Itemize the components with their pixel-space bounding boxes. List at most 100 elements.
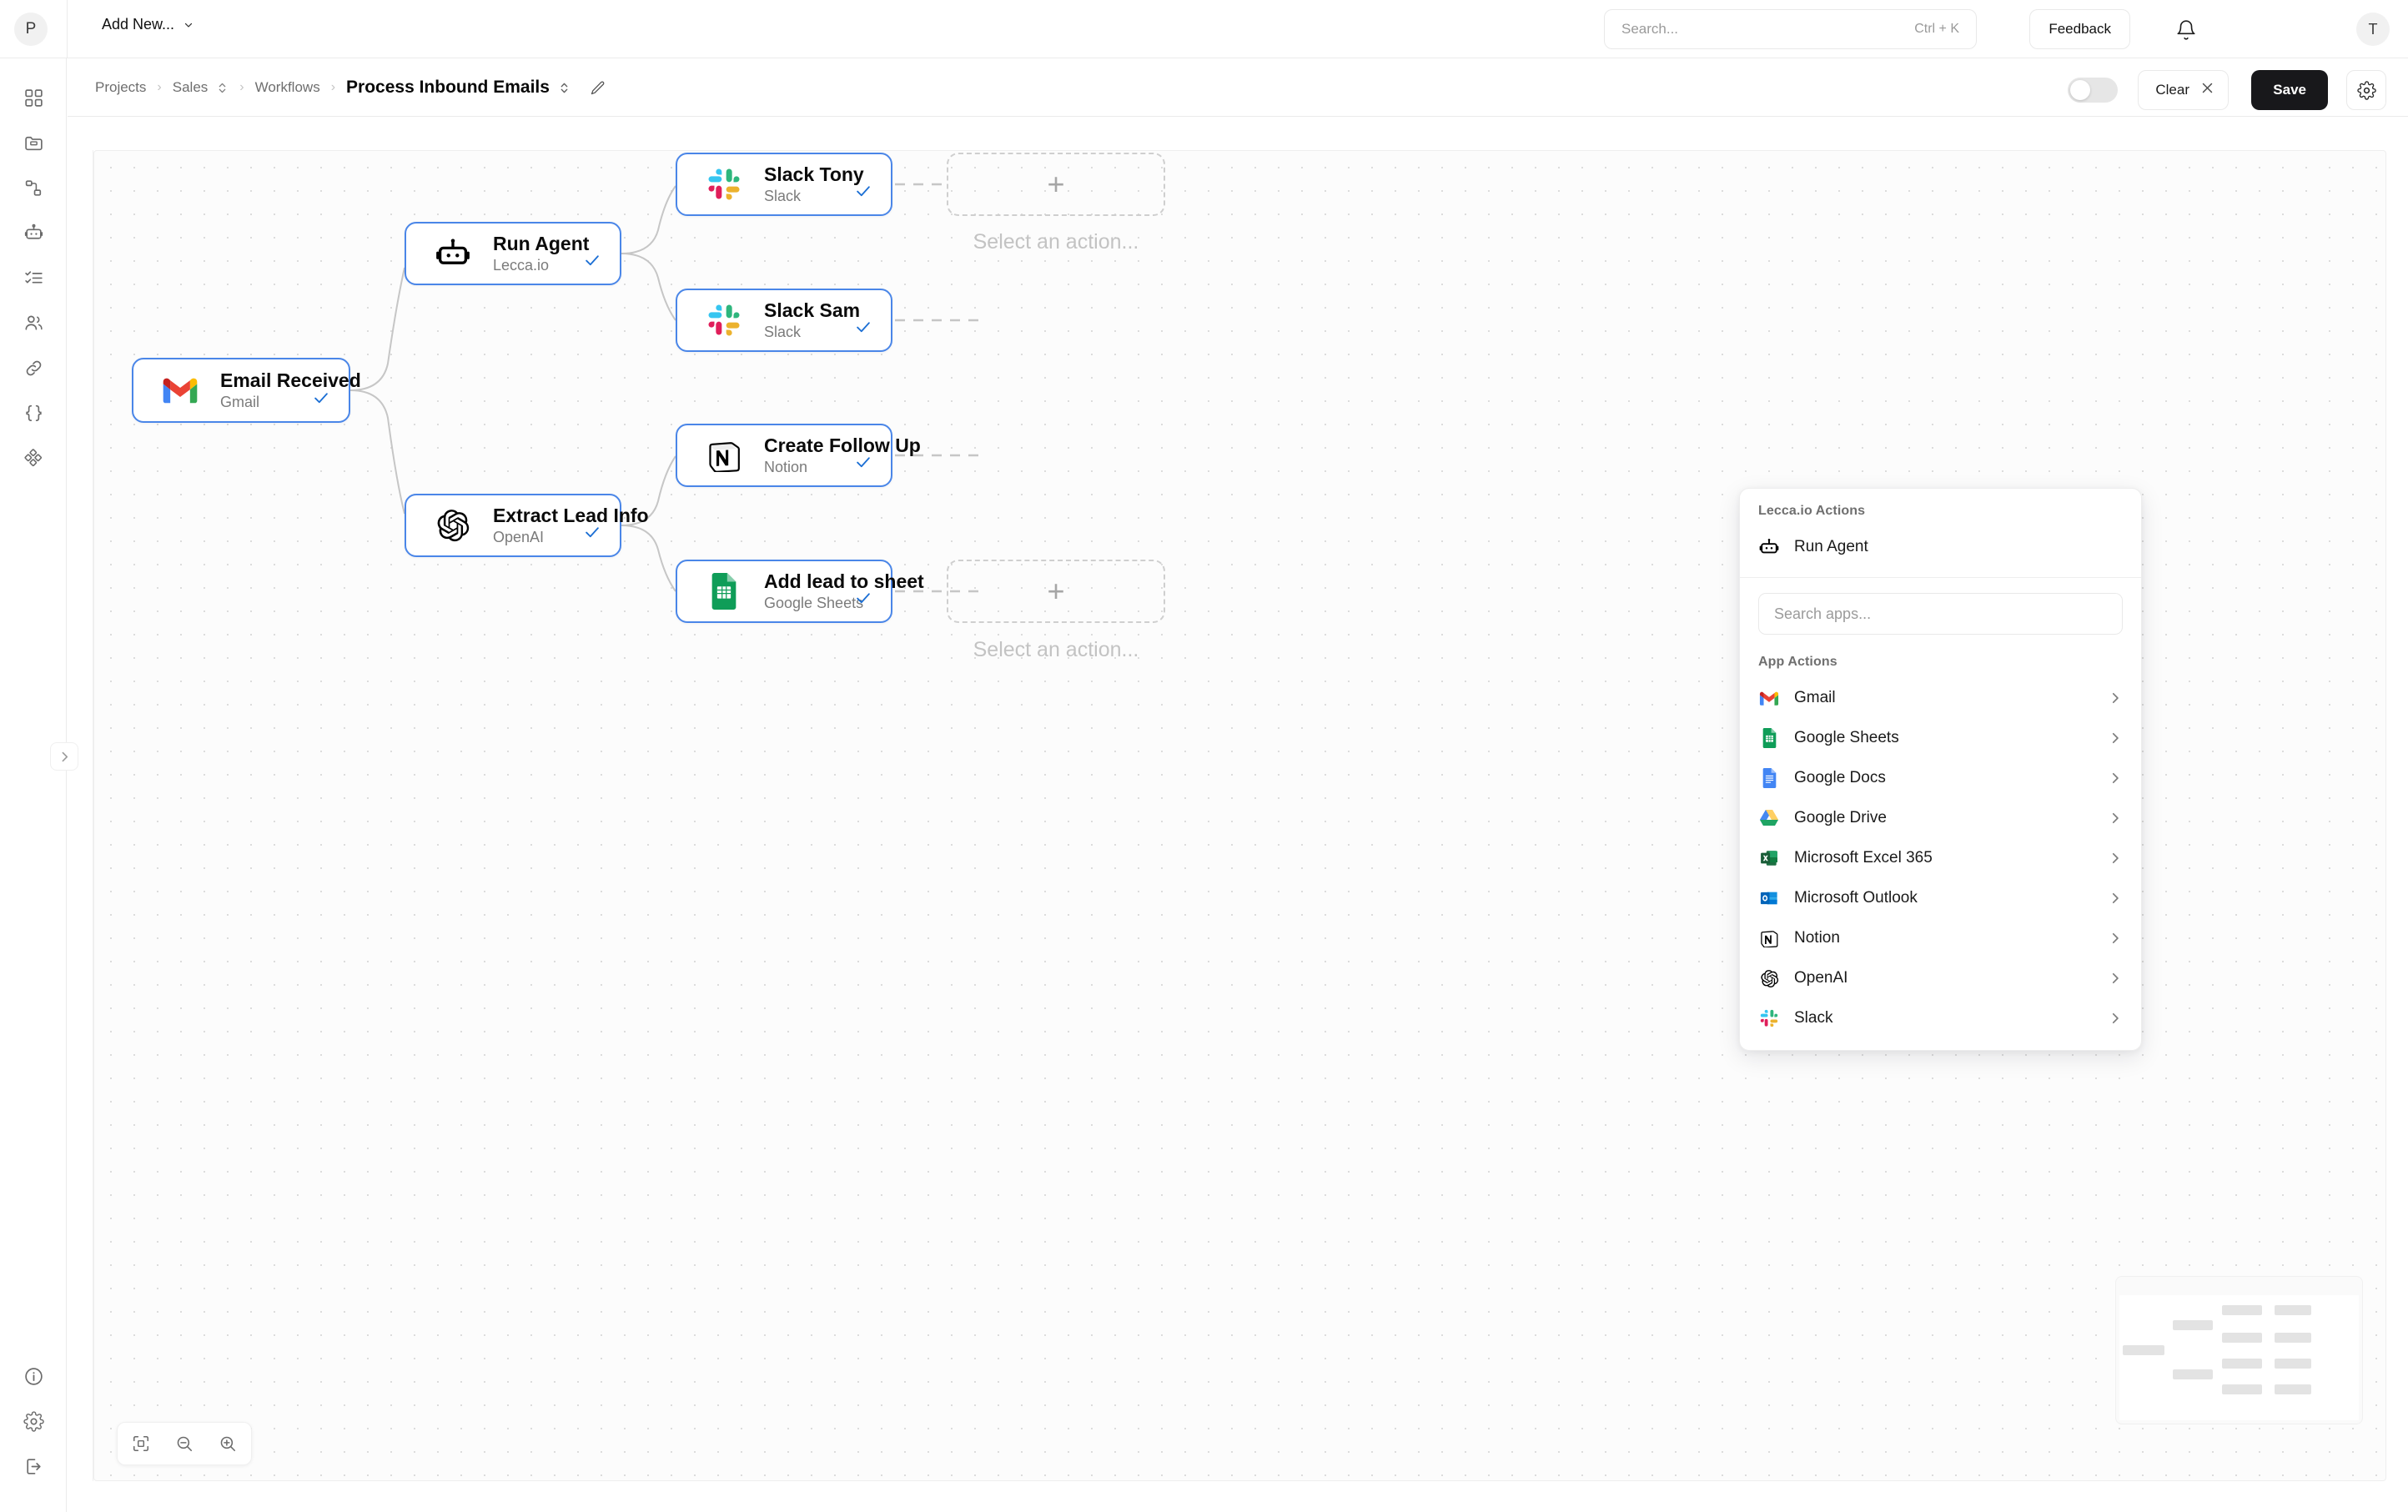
node-valid-check-icon — [854, 453, 872, 475]
brand-avatar[interactable]: P — [14, 13, 48, 46]
sales-selector-icon[interactable] — [216, 81, 229, 95]
chevron-right-icon — [2108, 771, 2123, 786]
lecca-robot-icon — [431, 232, 475, 275]
app-row-slack[interactable]: Slack — [1740, 998, 2141, 1038]
breadcrumb-item-sales[interactable]: Sales — [173, 79, 209, 96]
minimap-node — [2275, 1305, 2311, 1315]
user-avatar[interactable]: T — [2356, 13, 2390, 46]
action-picker-panel[interactable]: Lecca.io Actions Run Agent App Actions — [1739, 488, 2142, 1051]
search-apps-input[interactable] — [1774, 605, 2107, 623]
node-title: Slack Sam — [764, 299, 861, 322]
breadcrumb-separator: › — [157, 80, 162, 94]
gmail-icon — [1758, 687, 1780, 709]
slack-icon — [1758, 1007, 1780, 1029]
app-row-label: Microsoft Excel 365 — [1794, 849, 1933, 867]
clear-label: Clear — [2155, 82, 2189, 98]
action-row-run-agent[interactable]: Run Agent — [1740, 527, 2141, 567]
workflow-settings-gear-icon[interactable] — [2346, 70, 2386, 110]
app-row-microsoft-excel-365[interactable]: Microsoft Excel 365 — [1740, 838, 2141, 878]
workflows-nodes-icon[interactable] — [0, 165, 67, 210]
settings-gear-icon[interactable] — [0, 1399, 67, 1444]
search-input[interactable] — [1621, 21, 1915, 38]
help-info-icon[interactable] — [0, 1354, 67, 1399]
breadcrumb: Projects › Sales › Workflows › Process I… — [95, 58, 606, 117]
minimap-node — [2222, 1359, 2262, 1369]
connections-link-icon[interactable] — [0, 345, 67, 390]
zoom-in-icon[interactable] — [213, 1429, 243, 1459]
app-row-google-drive[interactable]: Google Drive — [1740, 798, 2141, 838]
plus-icon: + — [1047, 167, 1065, 201]
clear-button[interactable]: Clear — [2138, 70, 2229, 110]
app-actions-section-label: App Actions — [1758, 655, 1837, 669]
save-button[interactable]: Save — [2251, 70, 2328, 110]
sidebar-expand-button[interactable] — [50, 742, 78, 771]
app-search[interactable] — [1758, 593, 2123, 635]
google-sheets-icon — [702, 570, 746, 613]
node-subtitle: Lecca.io — [493, 256, 550, 274]
topbar-divider — [67, 0, 68, 58]
workflow-node-slack-sam[interactable]: Slack Sam Slack — [676, 289, 892, 352]
chevron-right-icon — [2108, 691, 2123, 706]
app-actions-list: Gmail Google Sheets Google Docs Google D… — [1740, 678, 2141, 1050]
openai-icon — [431, 504, 475, 547]
workflow-node-extract-lead-info[interactable]: Extract Lead Info OpenAI — [405, 494, 649, 557]
integrations-diamonds-icon[interactable] — [0, 435, 67, 480]
workflow-node-run-agent[interactable]: Run Agent Lecca.io — [405, 222, 621, 285]
app-row-notion[interactable]: Notion — [1740, 918, 2141, 958]
app-row-label: Notion — [1794, 929, 1840, 947]
minimap-viewport — [2119, 1295, 2359, 1420]
zoom-out-icon[interactable] — [169, 1429, 199, 1459]
app-row-google-sheets[interactable]: Google Sheets — [1740, 718, 2141, 758]
notion-icon — [702, 434, 746, 477]
node-valid-check-icon — [583, 251, 601, 274]
breadcrumb-item-projects[interactable]: Projects — [95, 79, 146, 96]
breadcrumb-item-workflows[interactable]: Workflows — [255, 79, 320, 96]
workflow-node-add-lead-to-sheet[interactable]: Add lead to sheet Google Sheets — [676, 560, 924, 623]
excel-icon — [1758, 847, 1780, 869]
native-actions-section-label: Lecca.io Actions — [1758, 504, 1866, 518]
minimap-node — [2173, 1320, 2213, 1330]
node-title: Add lead to sheet — [764, 570, 924, 593]
workflow-node-email-received[interactable]: Email Received Gmail — [132, 358, 361, 423]
fit-view-icon[interactable] — [126, 1429, 156, 1459]
node-title: Run Agent — [493, 233, 590, 255]
app-row-gmail[interactable]: Gmail — [1740, 678, 2141, 718]
workflow-enabled-toggle[interactable] — [2068, 78, 2118, 103]
action-row-label: Run Agent — [1794, 538, 1868, 555]
minimap[interactable] — [2115, 1276, 2363, 1424]
logout-icon[interactable] — [0, 1444, 67, 1489]
dashboard-grid-icon[interactable] — [0, 75, 67, 120]
app-row-label: Google Docs — [1794, 769, 1886, 786]
search-shortcut-hint: Ctrl + K — [1914, 22, 1959, 36]
app-row-google-docs[interactable]: Google Docs — [1740, 758, 2141, 798]
tasks-checklist-icon[interactable] — [0, 255, 67, 300]
bell-icon[interactable] — [2173, 17, 2199, 43]
workflow-node-create-follow-up[interactable]: Create Follow Up Notion — [676, 424, 921, 487]
app-row-openai[interactable]: OpenAI — [1740, 958, 2141, 998]
minimap-node — [2275, 1333, 2311, 1343]
google-sheets-icon — [1758, 727, 1780, 749]
minimap-node — [2275, 1384, 2311, 1394]
team-users-icon[interactable] — [0, 300, 67, 345]
google-docs-icon — [1758, 767, 1780, 789]
global-search[interactable]: Ctrl + K — [1604, 9, 1977, 49]
add-new-dropdown[interactable]: Add New... — [102, 16, 194, 33]
chevron-right-icon — [2108, 891, 2123, 906]
app-row-microsoft-outlook[interactable]: Microsoft Outlook — [1740, 878, 2141, 918]
projects-folder-icon[interactable] — [0, 120, 67, 165]
app-row-label: OpenAI — [1794, 969, 1848, 987]
canvas-zoom-controls[interactable] — [117, 1422, 252, 1465]
agents-robot-icon[interactable] — [0, 210, 67, 255]
feedback-button[interactable]: Feedback — [2029, 9, 2130, 49]
pencil-icon[interactable] — [589, 79, 606, 97]
plus-icon: + — [1047, 574, 1065, 608]
workflow-node-slack-tony[interactable]: Slack Tony Slack — [676, 153, 892, 216]
placeholder-node-bottom[interactable]: + — [947, 560, 1165, 623]
placeholder-node-top[interactable]: + — [947, 153, 1165, 216]
node-subtitle: Slack — [764, 187, 802, 204]
chevron-down-icon — [184, 23, 193, 28]
notion-icon — [1758, 927, 1780, 949]
variables-braces-icon[interactable] — [0, 390, 67, 435]
workflow-selector-icon[interactable] — [558, 81, 571, 95]
breadcrumb-separator: › — [239, 80, 244, 94]
